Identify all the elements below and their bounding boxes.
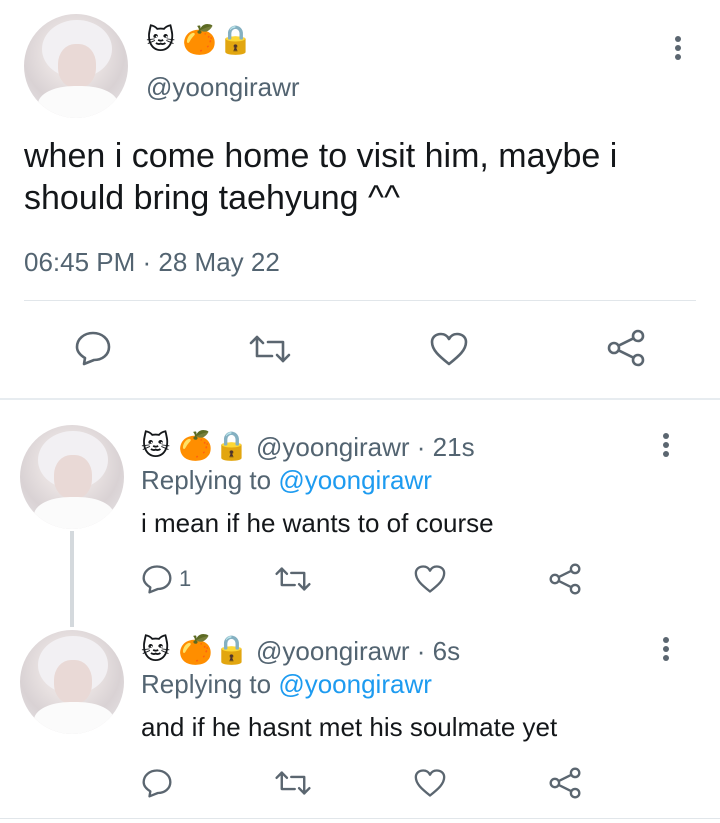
like-icon[interactable] xyxy=(429,331,469,367)
tangerine-emoji-icon: 🍊 xyxy=(182,23,217,56)
share-icon[interactable] xyxy=(548,767,582,799)
retweet-icon[interactable] xyxy=(274,566,312,592)
reply-time: · 6s xyxy=(416,636,461,666)
reply-icon[interactable] xyxy=(141,564,173,594)
reply-handle[interactable]: @yoongirawr xyxy=(256,432,410,462)
replying-to-label: Replying to xyxy=(141,465,279,495)
reply-more-icon[interactable] xyxy=(661,634,671,664)
reply-avatar[interactable] xyxy=(20,425,124,529)
lock-emoji-icon: 🔒 xyxy=(218,23,253,56)
lock-emoji-icon: 🔒 xyxy=(214,429,249,462)
reply-handle[interactable]: @yoongirawr xyxy=(256,636,410,666)
replying-to-handle-link[interactable]: @yoongirawr xyxy=(278,465,432,495)
section-divider xyxy=(0,398,720,400)
main-tweet-timestamp: 06:45 PM · 28 May 22 xyxy=(24,247,280,277)
retweet-icon[interactable] xyxy=(248,334,292,364)
main-tweet-avatar[interactable] xyxy=(24,14,128,118)
bottom-divider xyxy=(0,818,720,819)
main-tweet-handle[interactable]: @yoongirawr xyxy=(146,72,300,103)
tangerine-emoji-icon: 🍊 xyxy=(178,633,213,666)
tangerine-emoji-icon: 🍊 xyxy=(178,429,213,462)
reply-time: · 21s xyxy=(416,432,475,462)
share-icon[interactable] xyxy=(548,563,582,595)
replying-to-label: Replying to xyxy=(141,669,279,699)
reply-header: @yoongirawr · 6s xyxy=(256,636,460,667)
thread-line xyxy=(70,531,74,627)
retweet-icon[interactable] xyxy=(274,770,312,796)
main-tweet-more-icon[interactable] xyxy=(673,33,683,63)
reply-avatar[interactable] xyxy=(20,630,124,734)
lock-emoji-icon: 🔒 xyxy=(214,633,249,666)
replying-to-handle-link[interactable]: @yoongirawr xyxy=(278,669,432,699)
reply-header: @yoongirawr · 21s xyxy=(256,432,475,463)
reply-text: and if he hasnt met his soulmate yet xyxy=(141,712,558,742)
main-tweet-text-line1: when i come home to visit him, maybe i xyxy=(24,137,618,175)
like-icon[interactable] xyxy=(413,564,447,594)
replying-to: Replying to @yoongirawr xyxy=(141,669,432,700)
reply-icon[interactable] xyxy=(74,330,112,366)
replying-to: Replying to @yoongirawr xyxy=(141,465,432,496)
cat-emoji-icon: 🐱 xyxy=(141,633,171,666)
reply-count: 1 xyxy=(179,566,192,591)
main-tweet-text-line2: should bring taehyung ^^ xyxy=(24,179,400,217)
like-icon[interactable] xyxy=(413,768,447,798)
main-tweet-text: when i come home to visit him, maybe i s… xyxy=(24,135,617,219)
reply-text: i mean if he wants to of course xyxy=(141,508,494,538)
cat-emoji-icon: 🐱 xyxy=(146,23,176,56)
share-icon[interactable] xyxy=(606,329,646,367)
reply-more-icon[interactable] xyxy=(661,430,671,460)
reply-icon[interactable] xyxy=(141,768,173,798)
main-tweet-divider xyxy=(24,300,696,301)
cat-emoji-icon: 🐱 xyxy=(141,429,171,462)
